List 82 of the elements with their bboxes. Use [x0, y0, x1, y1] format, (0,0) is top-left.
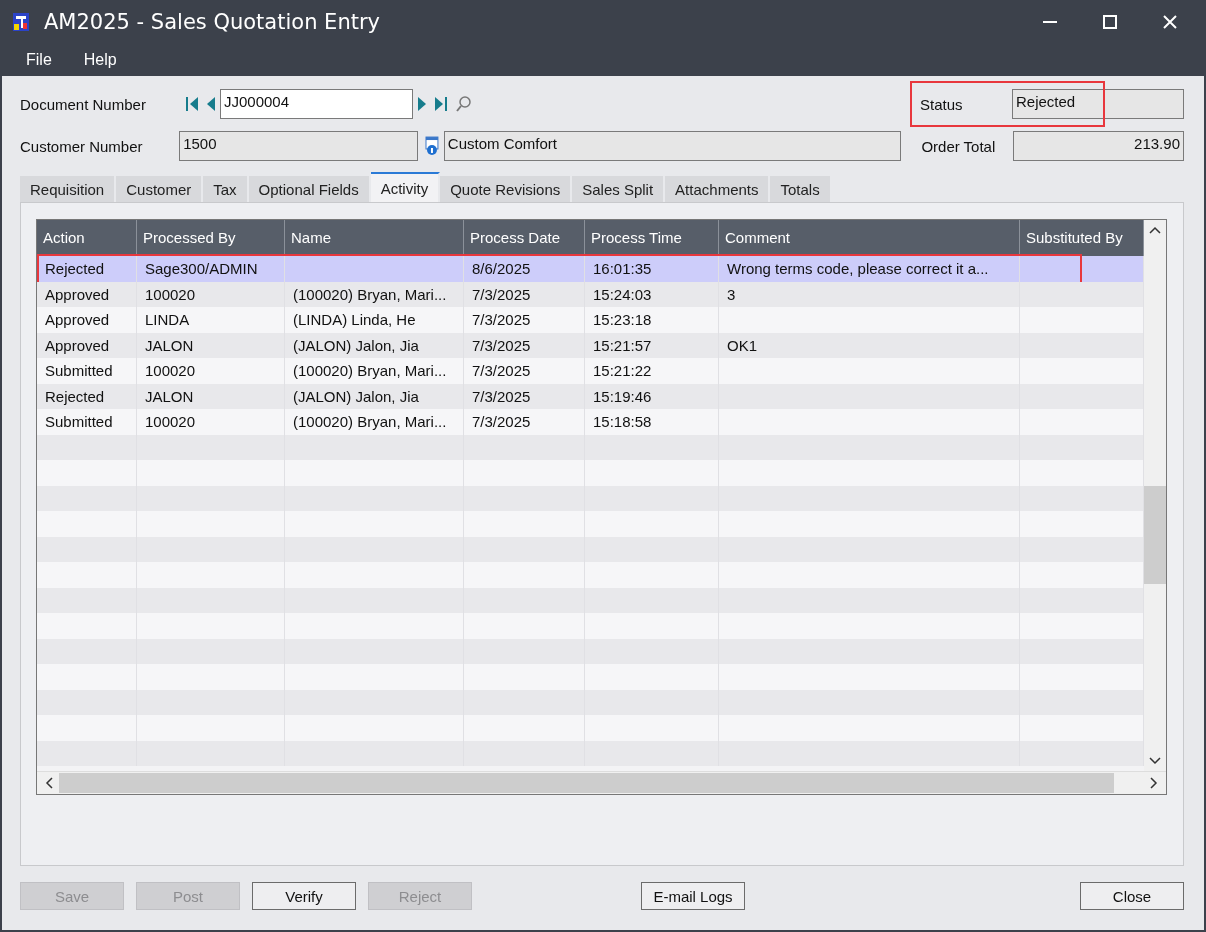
tab[interactable]: Requisition [20, 176, 117, 202]
table-cell: 7/3/2025 [472, 285, 531, 303]
table-cell: 16:01:35 [593, 260, 652, 277]
table-cell: LINDA [145, 311, 190, 328]
table-cell: Approved [45, 336, 110, 354]
app-icon [12, 12, 30, 32]
table-cell: (LINDA) Linda, He [293, 311, 416, 328]
scroll-up-icon[interactable] [1149, 226, 1161, 234]
table-cell: 100020 [145, 413, 196, 430]
field-label: Order Total [921, 137, 997, 155]
last-record-icon[interactable] [433, 96, 449, 112]
table-cell: (JALON) Jalon, Jia [293, 387, 419, 405]
field-label: Document Number [20, 95, 147, 113]
tab[interactable]: Quote Revisions [440, 176, 573, 202]
table-row[interactable]: Approved JALON (JALON) Jalon, Jia 7/3/2025 15:21:57 OK1 [37, 332, 1144, 358]
customer-name-field: Custom Comfort [443, 131, 902, 161]
table-cell: 3 [727, 285, 736, 303]
table-cell: (100020) Bryan, Mari... [293, 285, 447, 303]
table-cell: (100020) Bryan, Mari... [293, 413, 447, 430]
search-icon[interactable] [455, 95, 473, 113]
table-cell: Submitted [45, 413, 113, 430]
table-cell: (100020) Bryan, Mari... [293, 362, 447, 379]
table-cell: 7/3/2025 [472, 336, 531, 354]
close-icon[interactable] [1162, 14, 1178, 30]
table-cell: OK1 [727, 336, 757, 354]
status-field: Rejected [1012, 89, 1184, 119]
field-label: Status [920, 95, 964, 113]
scroll-right-icon[interactable] [1150, 777, 1158, 789]
table-cell: Rejected [45, 260, 105, 277]
table-cell: Submitted [45, 362, 113, 379]
table-cell: 100020 [145, 285, 196, 303]
table-row[interactable]: Rejected JALON (JALON) Jalon, Jia 7/3/2025 15:19:46 [37, 383, 1144, 409]
field-label: Customer Number [20, 137, 144, 155]
table-cell: 100020 [145, 362, 196, 379]
table-cell: 15:24:03 [593, 285, 652, 303]
order-total-field: 213.90 [1012, 131, 1184, 161]
table-cell: 15:21:57 [593, 336, 652, 354]
table-cell: 15:19:46 [593, 387, 652, 405]
table-cell: 15:23:18 [593, 311, 652, 328]
table-cell: 7/3/2025 [472, 413, 531, 430]
first-record-icon[interactable] [184, 96, 200, 112]
table-cell: 7/3/2025 [472, 311, 531, 328]
scroll-left-icon[interactable] [45, 777, 53, 789]
tab[interactable]: Totals [770, 176, 832, 202]
tab[interactable]: Activity [370, 172, 441, 202]
customer-number-field: 1500 [179, 131, 418, 161]
table-cell: 7/3/2025 [472, 387, 531, 405]
tab[interactable]: Optional Fields [248, 176, 371, 202]
tab[interactable]: Customer [116, 176, 204, 202]
action-button[interactable]: Close [1080, 882, 1184, 910]
table-cell: 15:21:22 [593, 362, 652, 379]
previous-record-icon[interactable] [206, 96, 216, 112]
table-cell: Sage300/ADMIN [145, 260, 258, 277]
table-cell: 15:18:58 [593, 413, 652, 430]
table-cell: 7/3/2025 [472, 362, 531, 379]
tab[interactable]: Tax [203, 176, 249, 202]
menu-item[interactable]: File [26, 51, 52, 69]
action-button[interactable]: Verify [252, 882, 356, 910]
scroll-down-icon[interactable] [1149, 757, 1161, 765]
table-row[interactable]: Rejected Sage300/ADMIN 8/6/2025 16:01:35 Wrong terms code, please correct it a... [37, 256, 1144, 282]
table-cell: Rejected [45, 387, 105, 405]
maximize-icon[interactable] [1102, 14, 1118, 30]
tab[interactable]: Sales Split [572, 176, 666, 202]
action-button[interactable]: E-mail Logs [641, 882, 745, 910]
horizontal-scrollbar[interactable] [37, 771, 1166, 794]
table-cell: Wrong terms code, please correct it a... [727, 260, 989, 277]
scrollbar-thumb[interactable] [1144, 486, 1166, 584]
menu-item[interactable]: Help [83, 51, 117, 69]
document-number-field[interactable]: JJ000004 [220, 89, 413, 119]
table-cell: JALON [145, 336, 194, 354]
table-cell: Approved [45, 285, 110, 303]
table-cell: (JALON) Jalon, Jia [293, 336, 419, 354]
window-title: AM2025 - Sales Quotation Entry [44, 10, 380, 34]
table-row[interactable]: Approved 100020 (100020) Bryan, Mari... 7/3/2025 15:24:03 3 [37, 281, 1144, 307]
scrollbar-thumb[interactable] [59, 773, 1114, 793]
info-icon[interactable] [424, 136, 439, 156]
next-record-icon[interactable] [417, 96, 427, 112]
vertical-scrollbar[interactable] [1144, 220, 1166, 771]
table-cell: JALON [145, 387, 194, 405]
table-cell: Approved [45, 311, 110, 328]
table-cell: 8/6/2025 [472, 260, 531, 277]
tab[interactable]: Attachments [665, 176, 771, 202]
